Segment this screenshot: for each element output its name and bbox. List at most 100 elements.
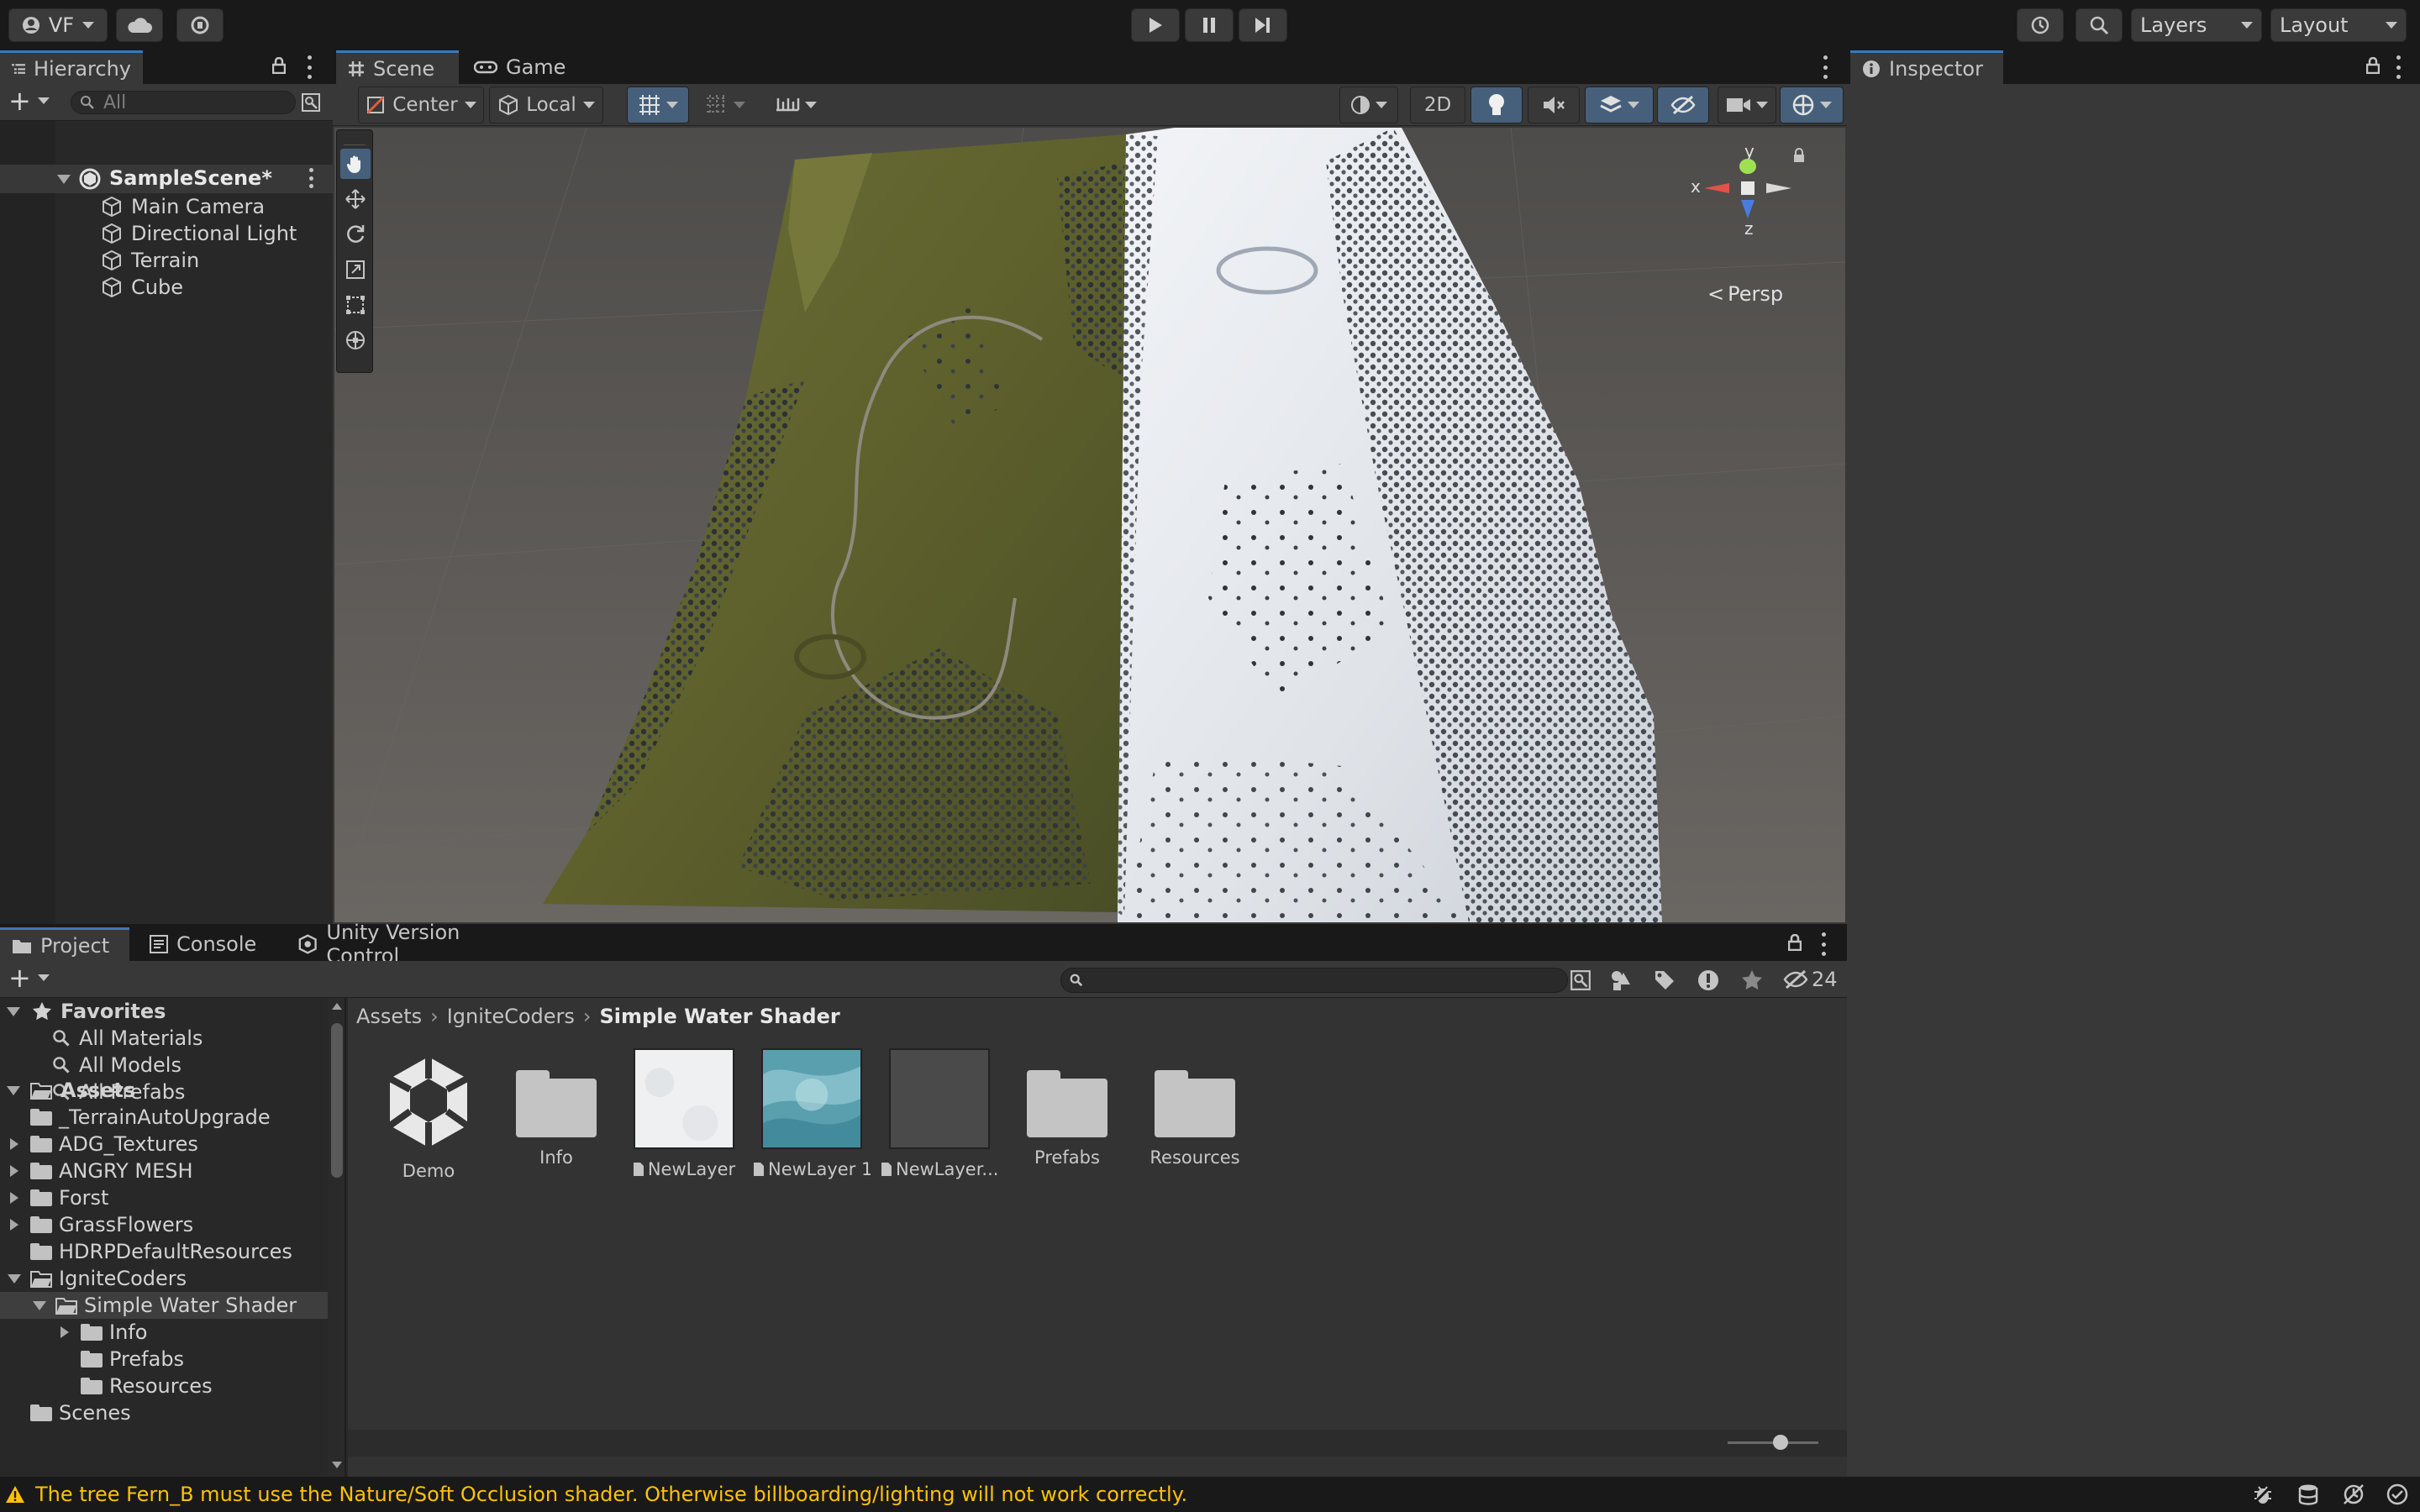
scene-header-row[interactable]: SampleScene*: [0, 165, 333, 193]
bug-icon[interactable]: [2252, 1483, 2274, 1505]
gizmos-dropdown[interactable]: [1780, 87, 1844, 123]
move-tool-button[interactable]: [340, 184, 371, 214]
account-dropdown[interactable]: VF: [8, 8, 108, 42]
scroll-thumb[interactable]: [331, 1023, 343, 1178]
folder-tree-item[interactable]: Scenes: [30, 1399, 131, 1426]
scroll-down-icon[interactable]: [332, 1462, 342, 1468]
search-options-icon[interactable]: [301, 92, 321, 113]
asset-item[interactable]: NewLayer...: [881, 1048, 998, 1179]
hierarchy-menu-icon[interactable]: [308, 55, 313, 79]
ruler-dropdown[interactable]: [766, 87, 825, 123]
orientation-gizmo[interactable]: y x z: [1684, 141, 1810, 239]
rect-tool-button[interactable]: [340, 290, 371, 320]
scene-viewport[interactable]: y x z < Persp: [334, 128, 1845, 922]
folder-tree-item[interactable]: Prefabs: [81, 1346, 184, 1373]
space-dropdown[interactable]: Local: [489, 87, 603, 123]
hierarchy-search-input[interactable]: All: [71, 91, 296, 114]
asset-item[interactable]: Info: [497, 1048, 615, 1168]
lock-icon[interactable]: [2366, 57, 2380, 74]
scale-tool-button[interactable]: [340, 255, 371, 285]
search-button[interactable]: [2075, 8, 2123, 42]
folder-tree-item[interactable]: ANGRY MESH: [10, 1158, 193, 1184]
tab-version-control[interactable]: Unity Version Control: [286, 921, 538, 968]
expand-arrow-icon[interactable]: [60, 1326, 69, 1338]
audio-toggle[interactable]: [1528, 87, 1580, 123]
zoom-slider-thumb[interactable]: [1773, 1435, 1788, 1450]
breadcrumb-item[interactable]: Simple Water Shader: [600, 1005, 840, 1028]
hierarchy-item[interactable]: Terrain: [101, 247, 199, 274]
favorite-item[interactable]: All Models: [52, 1052, 182, 1079]
hidden-packages-toggle[interactable]: 24: [1783, 968, 1838, 991]
hierarchy-item[interactable]: Cube: [101, 274, 183, 301]
search-scope-icon[interactable]: [1570, 969, 1591, 991]
grid-snap-toggle[interactable]: [627, 87, 689, 123]
hierarchy-item[interactable]: Main Camera: [101, 193, 265, 220]
asset-item[interactable]: NewLayer: [625, 1048, 743, 1179]
tab-inspector[interactable]: Inspector: [1850, 50, 2003, 84]
create-asset-button[interactable]: +: [8, 964, 50, 991]
folder-tree-item[interactable]: Simple Water Shader: [33, 1292, 297, 1319]
label-tag-icon[interactable]: [1654, 969, 1676, 991]
pivot-dropdown[interactable]: Center: [358, 87, 484, 123]
shading-mode-dropdown[interactable]: [1339, 87, 1398, 123]
progress-check-icon[interactable]: [2386, 1483, 2408, 1505]
collapse-arrow-icon[interactable]: [8, 1273, 21, 1284]
tab-console[interactable]: Console: [138, 927, 281, 961]
services-button[interactable]: [176, 8, 224, 42]
favorite-star-icon[interactable]: [1741, 969, 1763, 991]
expand-arrow-icon[interactable]: [10, 1192, 18, 1204]
asset-item[interactable]: Demo: [370, 1048, 487, 1181]
hierarchy-item[interactable]: Directional Light: [101, 220, 297, 247]
layers-dropdown[interactable]: Layers: [2131, 8, 2262, 42]
toggle-2d-button[interactable]: 2D: [1410, 87, 1465, 123]
collapse-arrow-icon[interactable]: [33, 1300, 46, 1310]
folder-tree-item[interactable]: IgniteCoders: [8, 1265, 187, 1292]
assets-header[interactable]: Assets: [0, 1077, 135, 1104]
inspector-menu-icon[interactable]: [2396, 55, 2402, 79]
hand-tool-button[interactable]: [340, 149, 371, 179]
tab-game[interactable]: Game: [462, 50, 588, 84]
camera-dropdown[interactable]: [1718, 87, 1776, 123]
folder-tree-item[interactable]: Forst: [10, 1184, 108, 1211]
tree-scrollbar[interactable]: [328, 998, 345, 1477]
gizmo-lock-icon[interactable]: [1793, 148, 1805, 163]
folder-tree-item[interactable]: ADG_Textures: [10, 1131, 198, 1158]
status-bar[interactable]: The tree Fern_B must use the Nature/Soft…: [0, 1477, 2420, 1512]
tab-hierarchy[interactable]: Hierarchy: [0, 50, 143, 84]
scene-menu-icon[interactable]: [1823, 55, 1828, 79]
folder-tree-item[interactable]: GrassFlowers: [10, 1211, 193, 1238]
breadcrumb-item[interactable]: IgniteCoders: [447, 1005, 575, 1028]
play-button[interactable]: [1131, 8, 1180, 42]
expand-arrow-icon[interactable]: [7, 1085, 20, 1095]
transform-tool-button[interactable]: [340, 325, 371, 355]
asset-item[interactable]: Prefabs: [1008, 1048, 1126, 1168]
project-menu-icon[interactable]: [1822, 932, 1827, 956]
step-button[interactable]: [1239, 8, 1287, 42]
expand-arrow-icon[interactable]: [7, 1006, 20, 1016]
expand-arrow-icon[interactable]: [10, 1219, 18, 1231]
scene-menu-icon[interactable]: [309, 168, 314, 188]
create-button[interactable]: +: [8, 87, 50, 114]
folder-tree-item[interactable]: Resources: [81, 1373, 213, 1399]
expand-arrow-icon[interactable]: [10, 1138, 18, 1150]
projection-toggle[interactable]: < Persp: [1707, 282, 1783, 306]
filter-type-icon[interactable]: [1610, 969, 1632, 991]
effects-dropdown[interactable]: [1585, 87, 1654, 123]
asset-item[interactable]: Resources: [1136, 1048, 1254, 1168]
expand-arrow-icon[interactable]: [57, 175, 71, 184]
cache-server-icon[interactable]: [2297, 1483, 2319, 1505]
folder-tree-item[interactable]: _TerrainAutoUpgrade: [30, 1104, 271, 1131]
history-button[interactable]: [2017, 8, 2064, 42]
visibility-toggle[interactable]: [1657, 87, 1709, 123]
folder-tree-item[interactable]: Info: [60, 1319, 147, 1346]
expand-arrow-icon[interactable]: [10, 1165, 18, 1177]
favorites-header[interactable]: Favorites: [0, 998, 166, 1025]
favorite-item[interactable]: All Materials: [52, 1025, 203, 1052]
layout-dropdown[interactable]: Layout: [2270, 8, 2407, 42]
tab-project[interactable]: Project: [0, 927, 129, 961]
pause-button[interactable]: [1185, 8, 1234, 42]
warning-filter-icon[interactable]: [1697, 969, 1719, 991]
lock-icon[interactable]: [272, 57, 286, 74]
asset-item[interactable]: NewLayer 1: [753, 1048, 871, 1179]
tab-scene[interactable]: Scene: [336, 50, 459, 84]
